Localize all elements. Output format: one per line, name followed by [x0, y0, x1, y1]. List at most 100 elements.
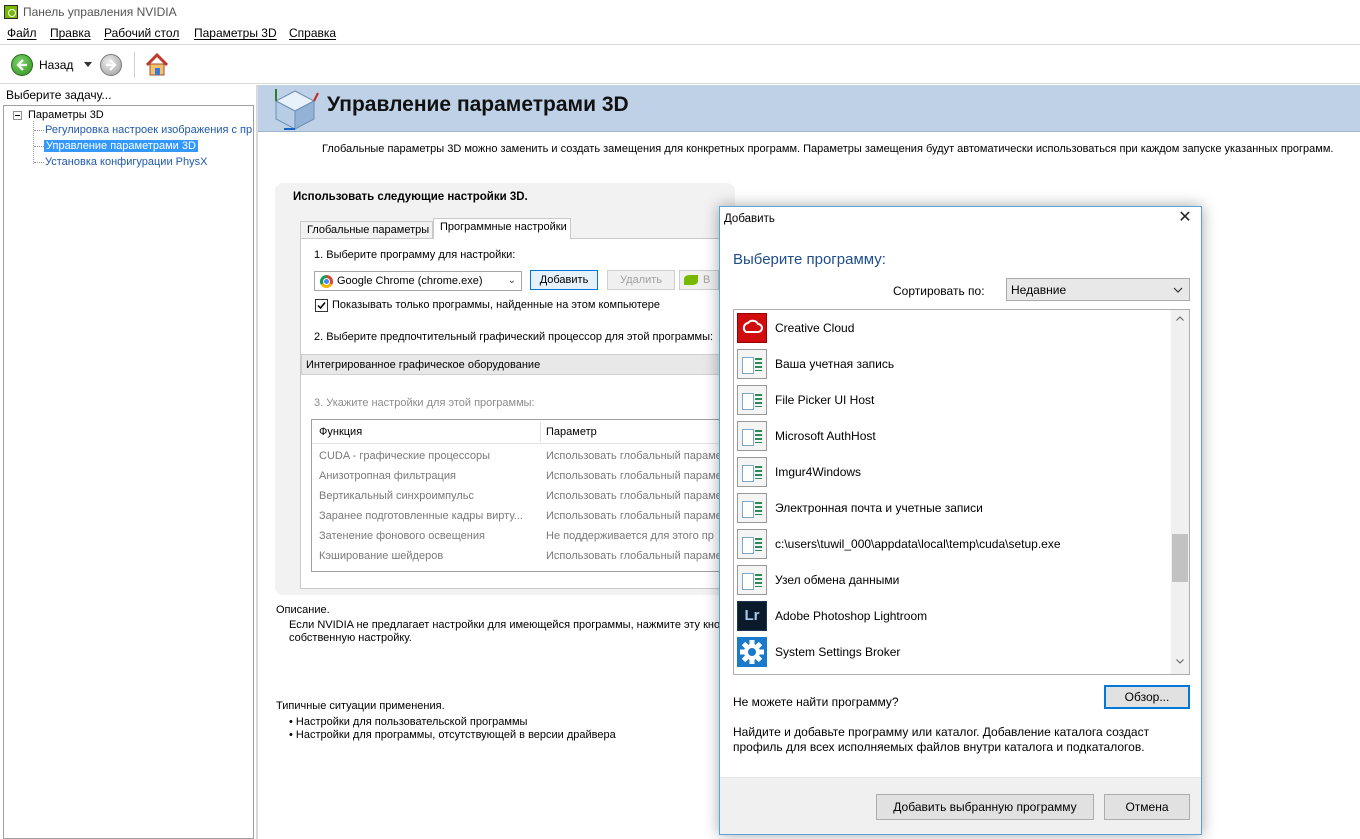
restore-button-label: В — [703, 274, 711, 286]
arrow-left-icon — [16, 59, 27, 71]
gpu-select[interactable]: Интегрированное графическое оборудование — [301, 354, 731, 375]
scroll-up-icon[interactable] — [1176, 316, 1184, 321]
tree-item-image-settings[interactable]: Регулировка настроек изображения с пр — [45, 124, 252, 136]
program-name: File Picker UI Host — [775, 393, 875, 407]
home-button[interactable] — [144, 52, 170, 78]
table-cell-param: Использовать глобальный параме — [546, 470, 722, 482]
list-item[interactable]: Lr Adobe Photoshop Lightroom — [734, 598, 1171, 634]
remove-program-button[interactable]: Удалить — [607, 270, 675, 290]
list-item[interactable]: Узел обмена данными — [734, 562, 1171, 598]
creative-cloud-icon — [737, 313, 767, 343]
list-item[interactable]: Imgur4Windows — [734, 454, 1171, 490]
show-only-checkbox[interactable] — [315, 299, 328, 312]
table-row[interactable]: Заранее подготовленные кадры вирту... Ис… — [312, 507, 730, 527]
dialog-footer: Добавить выбранную программу Отмена — [720, 778, 1201, 834]
chevron-down-icon: ⌄ — [507, 275, 516, 286]
app-window-icon — [737, 493, 767, 523]
program-select[interactable]: Google Chrome (chrome.exe) ⌄ — [314, 271, 522, 291]
scroll-down-icon[interactable] — [1176, 659, 1184, 664]
app-window-icon — [737, 349, 767, 379]
add-program-dialog: Добавить ✕ Выберите программу: Сортирова… — [719, 206, 1202, 835]
table-cell-param: Не поддерживается для этого пр — [546, 530, 714, 542]
list-item[interactable]: Электронная почта и учетные записи — [734, 490, 1171, 526]
table-row[interactable]: Кэширование шейдеров Использовать глобал… — [312, 547, 730, 567]
table-cell-function: Заранее подготовленные кадры вирту... — [319, 510, 523, 522]
tree-connector — [34, 146, 44, 147]
program-list-scrollbar[interactable] — [1171, 310, 1189, 674]
table-row[interactable]: Затенение фонового освещения Не поддержи… — [312, 527, 730, 547]
list-item[interactable]: Microsoft AuthHost — [734, 418, 1171, 454]
list-item[interactable]: File Picker UI Host — [734, 382, 1171, 418]
app-window-icon — [737, 421, 767, 451]
program-list[interactable]: Creative Cloud Ваша учетная запись File … — [733, 309, 1190, 675]
program-name: Узел обмена данными — [775, 573, 900, 587]
toolbar: Назад — [0, 44, 1360, 84]
back-dropdown-icon[interactable] — [84, 62, 92, 67]
description-text-line1: Если NVIDIA не предлагает настройки для … — [289, 619, 721, 631]
sort-select[interactable]: Недавние — [1006, 278, 1190, 301]
menu-edit[interactable]: Правка — [50, 26, 91, 40]
program-name: Ваша учетная запись — [775, 357, 895, 371]
menu-desktop[interactable]: Рабочий стол — [104, 26, 179, 40]
scrollbar-thumb[interactable] — [1172, 534, 1188, 582]
app-window-icon — [737, 529, 767, 559]
settings-table: Функция Параметр CUDA - графические проц… — [311, 419, 731, 572]
toolbar-separator — [134, 52, 135, 78]
settings-group: Использовать следующие настройки 3D. Гло… — [275, 183, 735, 595]
close-icon[interactable]: ✕ — [1177, 210, 1193, 227]
chrome-icon — [320, 275, 333, 288]
menu-file[interactable]: Файл — [7, 26, 37, 40]
window-title: Панель управления NVIDIA — [23, 5, 177, 19]
table-row[interactable]: CUDA - графические процессоры Использова… — [312, 447, 730, 467]
program-select-value: Google Chrome (chrome.exe) — [337, 275, 483, 287]
program-name: Электронная почта и учетные записи — [775, 501, 983, 515]
gear-icon — [737, 637, 767, 667]
task-tree: Параметры 3D Регулировка настроек изобра… — [3, 105, 254, 839]
list-item[interactable]: System Settings Broker — [734, 634, 1171, 670]
page-title: Управление параметрами 3D — [327, 93, 629, 116]
show-only-label[interactable]: Показывать только программы, найденные н… — [332, 299, 660, 311]
usage-label: Типичные ситуации применения. — [276, 700, 445, 712]
tree-item-physx[interactable]: Установка конфигурации PhysX — [45, 156, 207, 168]
app-window-icon — [737, 565, 767, 595]
program-settings-panel: 1. Выберите программу для настройки: Goo… — [300, 238, 731, 589]
tree-item-manage-3d[interactable]: Управление параметрами 3D — [44, 140, 198, 152]
table-row[interactable]: Анизотропная фильтрация Использовать гло… — [312, 467, 730, 487]
table-cell-function: CUDA - графические процессоры — [319, 450, 491, 462]
tree-connector — [34, 130, 44, 131]
cancel-button[interactable]: Отмена — [1104, 794, 1190, 820]
settings-heading: Использовать следующие настройки 3D. — [293, 191, 528, 203]
step3-label: 3. Укажите настройки для этой программы: — [314, 397, 535, 409]
list-item[interactable]: c:\users\tuwil_000\appdata\local\temp\cu… — [734, 526, 1171, 562]
list-item[interactable]: Ваша учетная запись — [734, 346, 1171, 382]
arrow-right-icon — [106, 59, 117, 71]
task-pane-label: Выберите задачу... — [6, 88, 112, 102]
menu-3d-settings[interactable]: Параметры 3D — [194, 26, 277, 40]
step2-label: 2. Выберите предпочтительный графический… — [314, 331, 714, 343]
back-label[interactable]: Назад — [39, 58, 73, 72]
browse-button[interactable]: Обзор... — [1104, 685, 1190, 709]
table-cell-param: Использовать глобальный параме — [546, 450, 722, 462]
tree-collapse-icon[interactable] — [13, 111, 22, 120]
table-row[interactable]: Вертикальный синхроимпульс Использовать … — [312, 487, 730, 507]
usage-item: • Настройки для пользовательской програм… — [289, 716, 528, 728]
program-name: Imgur4Windows — [775, 465, 862, 479]
page-banner: Управление параметрами 3D — [258, 85, 1360, 132]
table-header: Функция Параметр — [312, 420, 730, 444]
lightroom-icon: Lr — [737, 601, 767, 631]
back-button[interactable] — [11, 54, 33, 76]
table-cell-function: Вертикальный синхроимпульс — [319, 490, 475, 502]
list-item[interactable]: Creative Cloud — [734, 310, 1171, 346]
description-text-line2: собственную настройку. — [289, 632, 412, 644]
tab-program-settings[interactable]: Программные настройки — [433, 218, 571, 239]
forward-button[interactable] — [100, 54, 122, 76]
tab-global-settings[interactable]: Глобальные параметры — [300, 221, 433, 239]
3d-cube-icon — [274, 89, 319, 130]
nvidia-app-icon — [4, 5, 18, 19]
home-icon — [145, 52, 169, 76]
add-program-button[interactable]: Добавить — [530, 270, 598, 290]
tree-root-3d-settings[interactable]: Параметры 3D — [28, 109, 104, 121]
add-selected-button[interactable]: Добавить выбранную программу — [876, 794, 1094, 820]
restore-button[interactable]: В — [679, 270, 719, 290]
menu-help[interactable]: Справка — [289, 26, 336, 40]
